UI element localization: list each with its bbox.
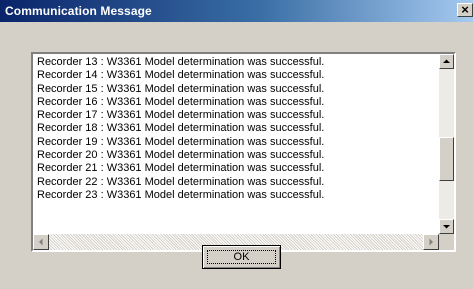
scroll-up-button[interactable] xyxy=(439,54,454,69)
list-item: Recorder 23 : W3361 Model determination … xyxy=(37,188,325,201)
list-item: Recorder 15 : W3361 Model determination … xyxy=(37,82,325,95)
list-item: Recorder 14 : W3361 Model determination … xyxy=(37,69,325,82)
window-title: Communication Message xyxy=(5,4,152,18)
list-item: Recorder 22 : W3361 Model determination … xyxy=(37,175,325,188)
list-item: Recorder 18 : W3361 Model determination … xyxy=(37,122,325,135)
arrow-right-icon xyxy=(429,238,433,246)
close-icon: × xyxy=(461,2,469,17)
scroll-down-button[interactable] xyxy=(439,219,454,234)
vertical-scroll-thumb[interactable] xyxy=(439,137,454,181)
list-item: Recorder 20 : W3361 Model determination … xyxy=(37,149,325,162)
list-item: Recorder 17 : W3361 Model determination … xyxy=(37,109,325,122)
message-list[interactable]: Recorder 13 : W3361 Model determination … xyxy=(31,52,456,252)
message-lines: Recorder 13 : W3361 Model determination … xyxy=(37,56,437,236)
arrow-left-icon xyxy=(39,238,43,246)
arrow-up-icon xyxy=(443,59,450,63)
vertical-scrollbar[interactable] xyxy=(439,54,454,234)
list-item: Recorder 16 : W3361 Model determination … xyxy=(37,95,325,108)
list-item: Recorder 13 : W3361 Model determination … xyxy=(37,56,325,68)
scroll-right-button[interactable] xyxy=(423,234,439,250)
list-item: Recorder 19 : W3361 Model determination … xyxy=(37,135,325,148)
focus-rectangle xyxy=(207,250,276,264)
arrow-down-icon xyxy=(443,225,450,229)
scrollbar-corner xyxy=(439,234,454,250)
list-item: Recorder 21 : W3361 Model determination … xyxy=(37,162,325,175)
dialog-body: Recorder 13 : W3361 Model determination … xyxy=(0,22,473,289)
close-button[interactable]: × xyxy=(457,3,473,17)
ok-button[interactable]: OK xyxy=(202,245,281,269)
scroll-left-button[interactable] xyxy=(33,234,49,250)
title-bar: Communication Message × xyxy=(0,0,473,22)
